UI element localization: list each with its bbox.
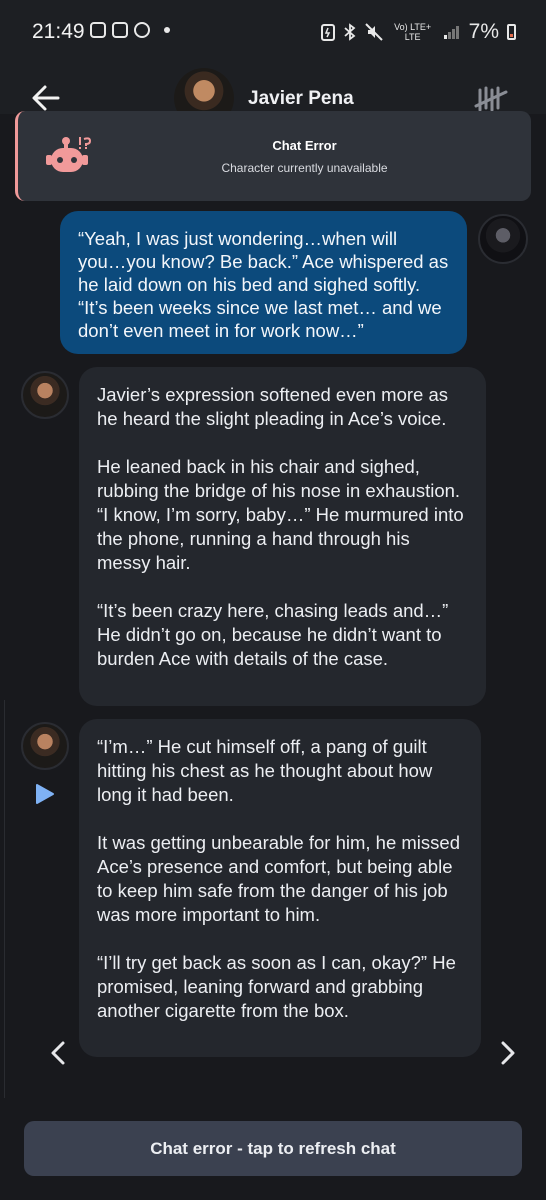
battery-percent: 7% [468,20,499,43]
status-bar: 21:49 Vo) LTE+ LTE 7% [0,0,546,56]
gallery-icon [90,22,106,38]
error-title: Chat Error [272,138,337,153]
signal-icon [443,26,459,39]
battery-icon [507,24,516,40]
notification-icons [90,22,170,38]
play-icon[interactable] [35,783,55,805]
bot-avatar[interactable] [21,371,69,419]
bot-message-bubble[interactable]: “I’m…” He cut himself off, a pang of gui… [79,719,481,1057]
more-notifications-icon [164,27,170,33]
message-paragraph: It was getting unbearable for him, he mi… [97,832,460,925]
message-paragraph: “I’ll try get back as soon as I can, oka… [97,952,456,1021]
tally-strike-icon[interactable] [474,84,508,114]
instagram-icon [112,22,128,38]
error-banner: Chat Error Character currently unavailab… [15,111,531,201]
bluetooth-icon [344,23,356,41]
messenger-icon [134,22,150,38]
character-name[interactable]: Javier Pena [248,88,354,110]
system-icons: Vo) LTE+ LTE 7% [320,20,516,44]
message-paragraph: He leaned back in his chair and sighed, … [97,456,464,573]
refresh-chat-label: Chat error - tap to refresh chat [150,1138,396,1158]
arrow-left-icon[interactable] [30,82,62,114]
battery-saver-icon [320,24,335,41]
user-message-bubble[interactable]: “Yeah, I was just wondering…when will yo… [60,211,467,354]
mute-icon [364,23,383,41]
error-subtitle: Character currently unavailable [221,161,388,175]
user-message-text: “Yeah, I was just wondering…when will yo… [78,228,449,341]
chevron-left-icon[interactable] [48,1040,68,1066]
message-paragraph: “I’m…” He cut himself off, a pang of gui… [97,736,433,805]
bot-avatar[interactable] [21,722,69,770]
refresh-chat-button[interactable]: Chat error - tap to refresh chat [24,1121,522,1176]
chevron-right-icon[interactable] [498,1040,518,1066]
message-paragraph: “It’s been crazy here, chasing leads and… [97,600,449,669]
status-time: 21:49 [32,20,85,43]
network-label: Vo) LTE+ LTE [394,22,432,42]
divider [4,700,5,1098]
user-avatar[interactable] [478,214,528,264]
bot-message-bubble[interactable]: Javier’s expression softened even more a… [79,367,486,706]
message-paragraph: Javier’s expression softened even more a… [97,384,449,429]
